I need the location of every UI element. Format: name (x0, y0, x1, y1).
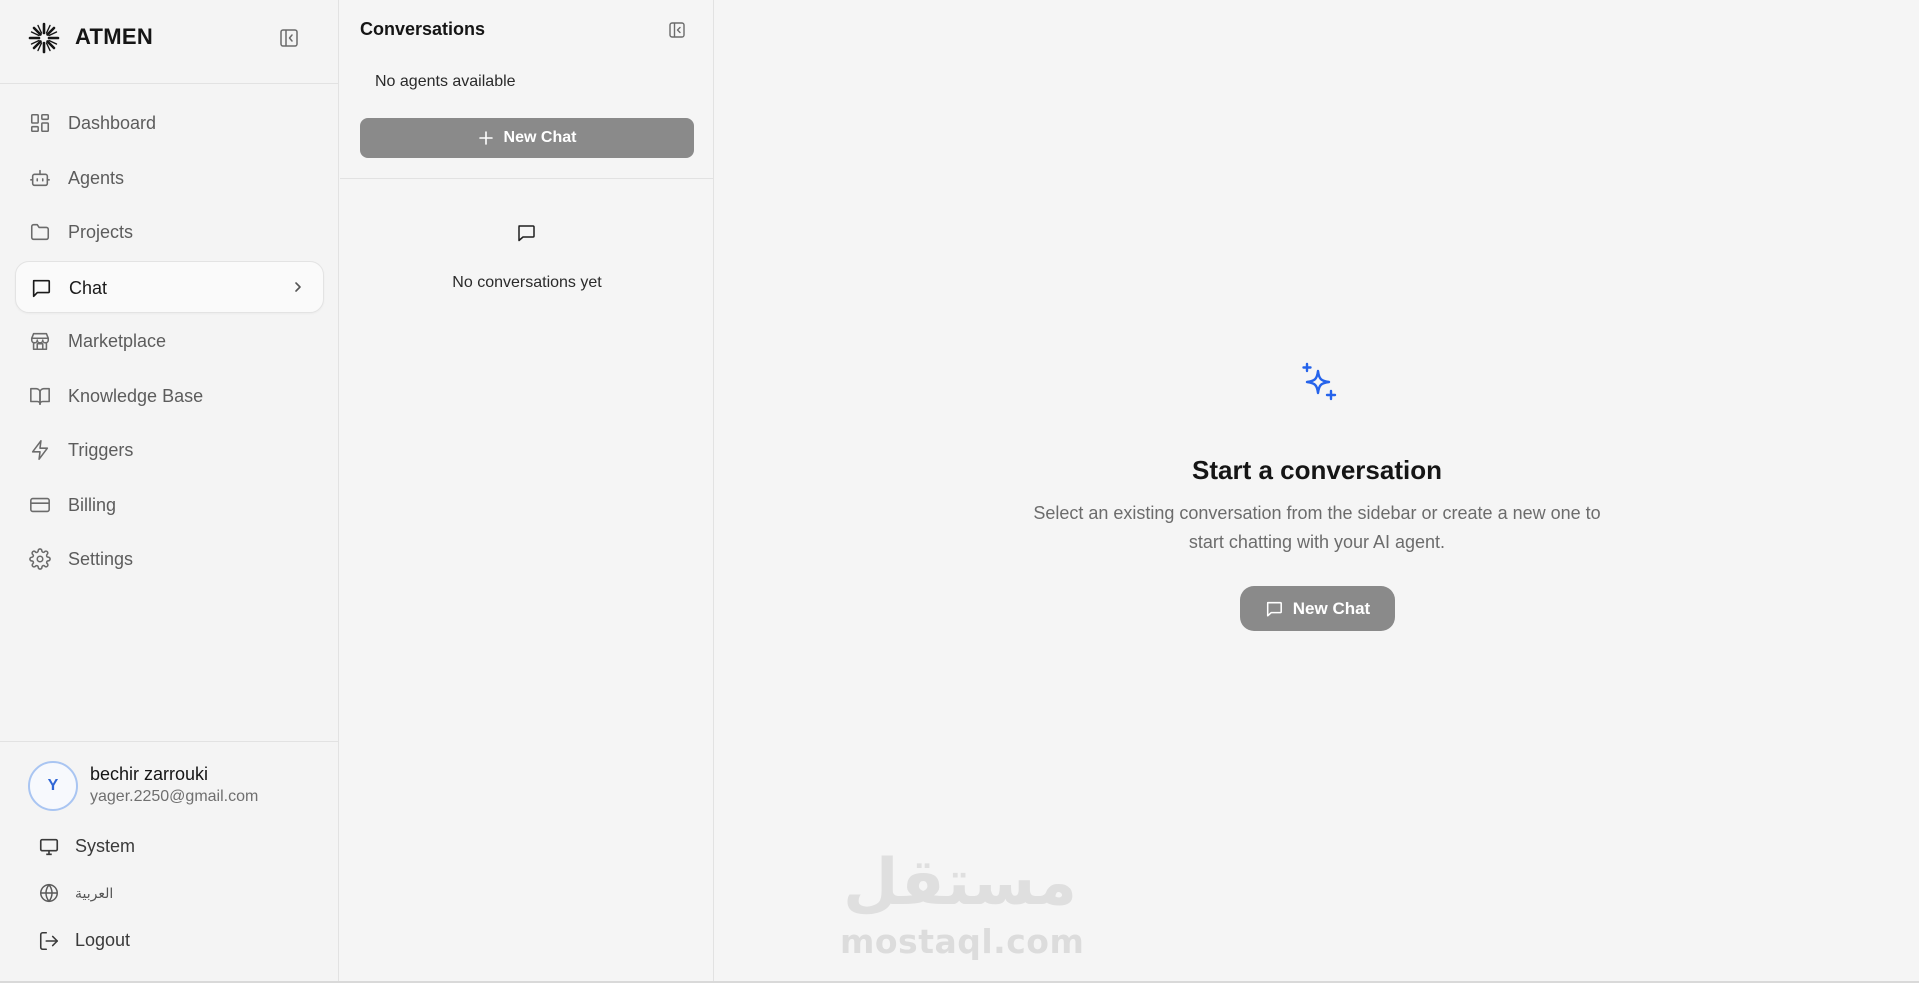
plus-icon (478, 131, 493, 145)
user-name: bechir zarrouki (90, 764, 209, 784)
brand-header: ATMEN (0, 0, 339, 84)
sidebar-item-triggers[interactable]: Triggers (15, 424, 324, 476)
lightning-icon (31, 440, 49, 460)
logout-icon (39, 931, 59, 951)
panel-collapse-icon[interactable] (667, 20, 687, 40)
page-description: Select an existing conversation from the… (1033, 503, 1601, 552)
divider (340, 178, 714, 179)
sidebar-item-agents[interactable]: Agents (15, 152, 324, 204)
sidebar-item-label: Settings (68, 549, 134, 569)
logout-button[interactable]: Logout (38, 928, 298, 954)
new-chat-button[interactable]: New Chat (360, 118, 694, 158)
sidebar-item-label: Dashboard (68, 113, 157, 133)
sidebar-item-chat[interactable]: Chat (15, 260, 324, 313)
sidebar-item-projects[interactable]: Projects (15, 206, 324, 258)
book-open-icon (30, 387, 50, 405)
conversations-panel: Conversations No agents available New Ch… (340, 0, 714, 981)
logout-label: Logout (75, 930, 131, 950)
language-switch[interactable]: العربية (38, 880, 298, 906)
chevron-right-icon (295, 281, 301, 292)
user-email: yager.2250@gmail.com (90, 788, 259, 805)
sidebar-item-marketplace[interactable]: Marketplace (15, 315, 324, 367)
no-agents-text: No agents available (375, 73, 516, 90)
app-root: ATMEN Dashboard Agents Projects Chat Mar… (0, 0, 1919, 983)
chat-main: Start a conversation Select an existing … (715, 0, 1919, 981)
theme-label: System (75, 836, 136, 856)
robot-icon (30, 169, 50, 186)
sidebar-item-label: Marketplace (68, 331, 167, 351)
watermark: مستقل mostaql.com (840, 846, 1085, 970)
message-square-icon (518, 225, 535, 242)
brand-name: ATMEN (75, 24, 154, 49)
new-chat-label: New Chat (503, 129, 577, 146)
page-title: Start a conversation (1192, 455, 1442, 485)
empty-conversations-text: No conversations yet (452, 274, 602, 291)
gear-icon (29, 548, 51, 570)
user-panel: Y bechir zarrouki yager.2250@gmail.com S… (0, 741, 339, 982)
message-square-icon (32, 279, 51, 297)
watermark-arabic: مستقل (842, 846, 1078, 920)
new-chat-label: New Chat (1292, 598, 1371, 618)
store-icon (30, 332, 50, 351)
credit-card-icon (30, 497, 50, 512)
dashboard-grid-icon (30, 113, 50, 133)
sidebar-item-dashboard[interactable]: Dashboard (15, 97, 324, 149)
sidebar-item-label: Triggers (68, 440, 134, 460)
conversations-title: Conversations (360, 19, 486, 39)
sidebar-item-label: Agents (68, 167, 125, 188)
message-square-icon (1266, 601, 1282, 617)
sidebar-item-label: Knowledge Base (68, 385, 204, 406)
sidebar: ATMEN Dashboard Agents Projects Chat Mar… (0, 0, 339, 981)
start-new-chat-button[interactable]: New Chat (1240, 586, 1395, 631)
panel-collapse-icon[interactable] (279, 28, 299, 48)
watermark-latin: mostaql.com (840, 922, 1085, 961)
monitor-icon (39, 838, 59, 856)
sidebar-nav: Dashboard Agents Projects Chat Marketpla… (15, 97, 324, 588)
avatar[interactable]: Y (28, 761, 78, 811)
language-label: العربية (75, 885, 114, 901)
sidebar-item-settings[interactable]: Settings (15, 533, 324, 585)
sidebar-item-label: Chat (69, 277, 108, 298)
sidebar-item-knowledge-base[interactable]: Knowledge Base (15, 370, 324, 422)
sparkles-icon (1302, 362, 1337, 401)
folder-icon (30, 223, 50, 241)
asterisk-burst-icon (28, 22, 60, 54)
sidebar-item-label: Billing (68, 494, 117, 515)
sidebar-item-billing[interactable]: Billing (15, 479, 324, 531)
sidebar-item-label: Projects (68, 222, 134, 242)
globe-icon (40, 883, 58, 903)
theme-toggle[interactable]: System (38, 834, 298, 860)
